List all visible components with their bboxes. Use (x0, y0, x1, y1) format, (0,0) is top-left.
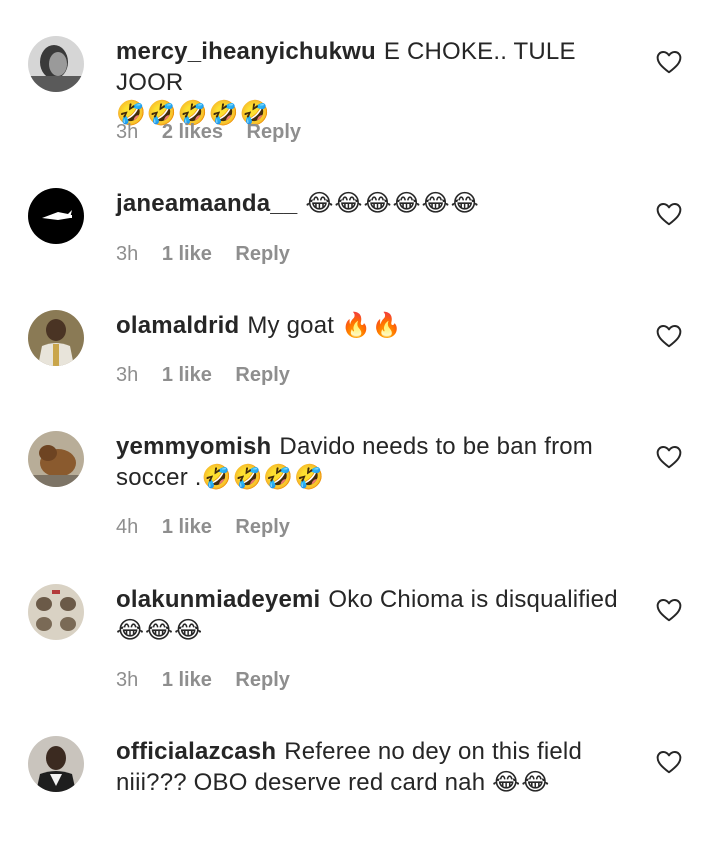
comment-text: Oko Chioma is disqualified (328, 586, 618, 613)
avatar[interactable] (28, 736, 84, 792)
comment-body: mercy_iheanyichukwu E CHOKE.. TULE JOOR 🤣… (116, 36, 636, 129)
comment-body: janeamaanda__ 😂😂😂😂😂😂 (116, 188, 636, 219)
comment-username[interactable]: janeamaanda__ (116, 190, 297, 217)
comment-time: 3h (116, 364, 139, 386)
comment-text: My goat (247, 312, 335, 339)
comment-emojis: 🔥🔥 (341, 312, 403, 339)
comment-likes[interactable]: 2 likes (162, 121, 223, 143)
avatar[interactable] (28, 431, 84, 487)
comment-time: 3h (116, 669, 139, 691)
heart-outline-icon[interactable] (656, 445, 682, 469)
comment-emojis: 😂😂😂😂😂😂 (305, 190, 480, 217)
comment-meta: 3h 1 like Reply (116, 364, 308, 387)
comment-meta: 3h 2 likes Reply (116, 121, 319, 144)
comment-username[interactable]: officialazcash (116, 738, 276, 765)
comment-time: 3h (116, 243, 139, 265)
comment-time: 4h (116, 516, 139, 538)
avatar[interactable] (28, 584, 84, 640)
comment-time: 3h (116, 121, 139, 143)
comment-username[interactable]: mercy_iheanyichukwu (116, 38, 376, 65)
comment-likes[interactable]: 1 like (162, 243, 212, 265)
comment-meta: 3h 1 like Reply (116, 669, 308, 692)
comment-body: yemmyomish Davido needs to be ban from so… (116, 431, 636, 493)
comment-emojis: 😂😂😂 (116, 617, 204, 644)
reply-button[interactable]: Reply (235, 516, 289, 538)
comment-likes[interactable]: 1 like (162, 669, 212, 691)
reply-button[interactable]: Reply (235, 243, 289, 265)
heart-outline-icon[interactable] (656, 750, 682, 774)
reply-button[interactable]: Reply (247, 121, 301, 143)
comment-likes[interactable]: 1 like (162, 516, 212, 538)
reply-button[interactable]: Reply (235, 669, 289, 691)
comment-body: olamaldrid My goat 🔥🔥 (116, 310, 636, 341)
avatar[interactable] (28, 310, 84, 366)
heart-outline-icon[interactable] (656, 598, 682, 622)
avatar[interactable] (28, 188, 84, 244)
comment-meta: 4h 1 like Reply (116, 516, 308, 539)
heart-outline-icon[interactable] (656, 202, 682, 226)
comment-username[interactable]: olakunmiadeyemi (116, 586, 320, 613)
comment-emojis: 😂😂 (492, 769, 551, 796)
comment-meta: 3h 1 like Reply (116, 243, 308, 266)
comment-body: olakunmiadeyemi Oko Chioma is disqualifie… (116, 584, 636, 646)
comments-list: mercy_iheanyichukwu E CHOKE.. TULE JOOR 🤣… (0, 0, 720, 855)
comment-emojis: 🤣🤣🤣🤣 (201, 464, 326, 491)
heart-outline-icon[interactable] (656, 324, 682, 348)
reply-button[interactable]: Reply (235, 364, 289, 386)
avatar[interactable] (28, 36, 84, 92)
comment-username[interactable]: yemmyomish (116, 433, 271, 460)
comment-username[interactable]: olamaldrid (116, 312, 239, 339)
comment-body: officialazcash Referee no dey on this fie… (116, 736, 636, 798)
comment-likes[interactable]: 1 like (162, 364, 212, 386)
heart-outline-icon[interactable] (656, 50, 682, 74)
